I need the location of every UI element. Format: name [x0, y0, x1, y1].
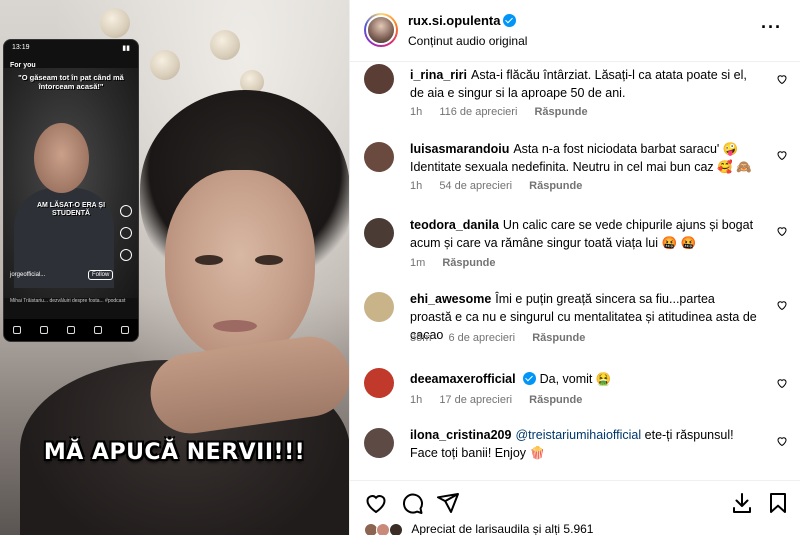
phone-video	[4, 68, 138, 298]
reels-icon	[93, 326, 102, 334]
likes-summary[interactable]: Apreciat de larisaudila și alți 5.961	[411, 522, 593, 535]
video-media[interactable]: 13:19 ▮▮ For you "O găseam tot în pat câ…	[0, 0, 349, 535]
comment-likes[interactable]: 6 de aprecieri	[448, 332, 515, 344]
comment-time: 1h	[410, 394, 423, 406]
heart-icon	[120, 205, 132, 217]
phone-navbar	[4, 319, 138, 341]
comment-time: 1h	[410, 106, 423, 118]
post-actions	[350, 480, 800, 522]
profile-icon	[120, 326, 129, 334]
eye-right	[255, 255, 283, 265]
author-username[interactable]: rux.si.opulenta	[408, 13, 500, 28]
comment-username[interactable]: ilona_cristina209	[410, 428, 511, 442]
download-icon[interactable]	[730, 491, 754, 515]
phone-status-bar: 13:19 ▮▮	[12, 44, 130, 56]
search-icon	[40, 326, 49, 334]
liker-avatar	[388, 522, 403, 535]
phone-screenshot: 13:19 ▮▮ For you "O găseam tot în pat câ…	[3, 39, 139, 342]
heart-icon[interactable]	[364, 491, 388, 515]
comment-icon	[120, 227, 132, 239]
comment-username[interactable]: i_rina_riri	[410, 68, 467, 82]
comment-text-block: deeamaxerofficial Da, vomit 🤮	[410, 370, 760, 388]
like-comment-icon[interactable]	[776, 224, 788, 237]
eye-left	[195, 255, 223, 265]
add-icon	[66, 326, 75, 334]
comment-avatar[interactable]	[364, 64, 394, 94]
comment-meta: 1h 17 de aprecieri Răspunde	[410, 394, 596, 406]
comment-likes[interactable]: 54 de aprecieri	[439, 180, 512, 192]
comment-avatar[interactable]	[364, 142, 394, 172]
reply-button[interactable]: Răspunde	[529, 180, 582, 192]
like-comment-icon[interactable]	[776, 148, 788, 161]
comment-meta: 1h 54 de aprecieri Răspunde	[410, 180, 596, 192]
comment-meta: 35m 6 de aprecieri Răspunde	[410, 332, 599, 344]
comment-username[interactable]: deeamaxerofficial	[410, 372, 516, 386]
phone-quote: "O găseam tot în pat când mă întorceam a…	[18, 73, 124, 91]
man-face	[34, 123, 89, 193]
phone-follow: Follow	[88, 270, 114, 280]
comment-avatar[interactable]	[364, 292, 394, 322]
post-header: rux.si.opulenta Conținut audio original …	[350, 0, 800, 62]
like-comment-icon[interactable]	[776, 376, 788, 389]
verified-icon	[503, 14, 517, 27]
save-icon[interactable]	[766, 491, 790, 515]
comment-time: 35m	[410, 332, 432, 344]
share-icon[interactable]	[436, 491, 460, 515]
comment-text: Da, vomit 🤮	[539, 372, 612, 386]
likes-summary-row[interactable]: Apreciat de larisaudila și alți 5.961	[364, 522, 800, 535]
phone-side-icons	[120, 205, 134, 271]
author-avatar[interactable]	[364, 13, 398, 47]
author-username-row[interactable]: rux.si.opulenta	[408, 13, 517, 28]
comment-text-block: i_rina_riri Asta-i flăcău întârziat. Lăsa…	[410, 66, 760, 102]
comment-time: 1h	[410, 180, 423, 192]
lips	[213, 320, 257, 332]
comment-text-block: teodora_danila Un calic care se vede chip…	[410, 216, 760, 252]
phone-subtitle: AM LĂSAT-O ERA ȘI STUDENTĂ	[36, 202, 106, 217]
home-icon	[13, 326, 22, 334]
post-panel: rux.si.opulenta Conținut audio original …	[349, 0, 800, 535]
comment-text-block: ilona_cristina209 @treistariumihaiofficia…	[410, 426, 760, 462]
comment-avatar[interactable]	[364, 368, 394, 398]
comment-username[interactable]: ehi_awesome	[410, 292, 491, 306]
comments-list[interactable]: i_rina_riri Asta-i flăcău întârziat. Lăsa…	[350, 62, 800, 480]
comment-likes[interactable]: 17 de aprecieri	[439, 394, 512, 406]
phone-time: 13:19	[12, 44, 30, 51]
battery-icon: ▮▮	[122, 45, 130, 52]
verified-icon	[522, 372, 536, 385]
comment-meta: 1m Răspunde	[410, 257, 510, 269]
phone-description: Mihai Trăistariu... dezvăluiri despre fo…	[10, 298, 126, 304]
audio-link[interactable]: Conținut audio original	[408, 34, 527, 48]
comment-mention[interactable]: @treistariumihaiofficial	[515, 428, 641, 442]
video-caption: MĂ APUCĂ NERVII!!!	[43, 440, 306, 465]
reply-button[interactable]: Răspunde	[532, 332, 585, 344]
comment-avatar[interactable]	[364, 218, 394, 248]
reply-button[interactable]: Răspunde	[529, 394, 582, 406]
phone-feed-label: For you	[10, 62, 36, 69]
like-comment-icon[interactable]	[776, 434, 788, 447]
phone-user: jorgeofficial...	[10, 272, 46, 278]
comment-time: 1m	[410, 257, 426, 269]
comment-avatar[interactable]	[364, 428, 394, 458]
comment-text-block: luisasmarandoiu Asta n-a fost niciodata b…	[410, 140, 760, 176]
share-icon	[120, 249, 132, 261]
comment-username[interactable]: luisasmarandoiu	[410, 142, 509, 156]
like-comment-icon[interactable]	[776, 72, 788, 85]
comment-icon[interactable]	[400, 491, 424, 515]
comment-likes[interactable]: 116 de aprecieri	[439, 106, 517, 118]
more-icon[interactable]: ···	[761, 18, 782, 36]
comment-meta: 1h 116 de aprecieri Răspunde	[410, 106, 602, 118]
reply-button[interactable]: Răspunde	[534, 106, 587, 118]
reply-button[interactable]: Răspunde	[442, 257, 495, 269]
comment-username[interactable]: teodora_danila	[410, 218, 499, 232]
like-comment-icon[interactable]	[776, 298, 788, 311]
